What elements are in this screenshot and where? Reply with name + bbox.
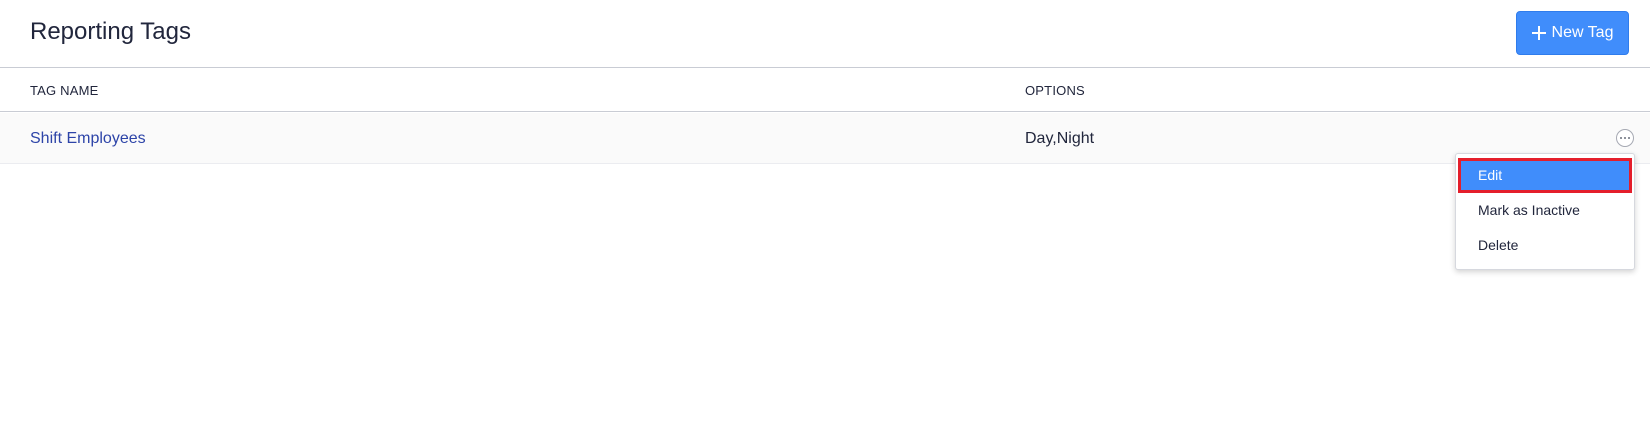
- tag-options-cell: Day,Night: [1025, 130, 1095, 147]
- new-tag-button[interactable]: New Tag: [1516, 11, 1629, 55]
- new-tag-label: New Tag: [1551, 24, 1614, 41]
- column-header-tag-name: TAG NAME: [30, 83, 99, 98]
- page-title: Reporting Tags: [30, 18, 191, 45]
- more-horizontal-icon[interactable]: [1616, 129, 1634, 147]
- plus-icon: [1531, 26, 1546, 40]
- menu-item-edit[interactable]: Edit: [1458, 158, 1632, 193]
- table-header: TAG NAME OPTIONS: [0, 69, 1650, 112]
- row-actions-menu: Edit Mark as Inactive Delete: [1455, 153, 1635, 270]
- menu-item-mark-inactive[interactable]: Mark as Inactive: [1456, 193, 1634, 228]
- tag-name-link[interactable]: Shift Employees: [30, 129, 146, 149]
- reporting-tags-page: Reporting Tags New Tag TAG NAME OPTIONS …: [0, 0, 1650, 421]
- menu-item-delete[interactable]: Delete: [1456, 228, 1634, 263]
- column-header-options: OPTIONS: [1025, 83, 1085, 98]
- page-header: Reporting Tags New Tag: [0, 0, 1650, 68]
- table-row[interactable]: Shift Employees Day,Night: [0, 113, 1650, 164]
